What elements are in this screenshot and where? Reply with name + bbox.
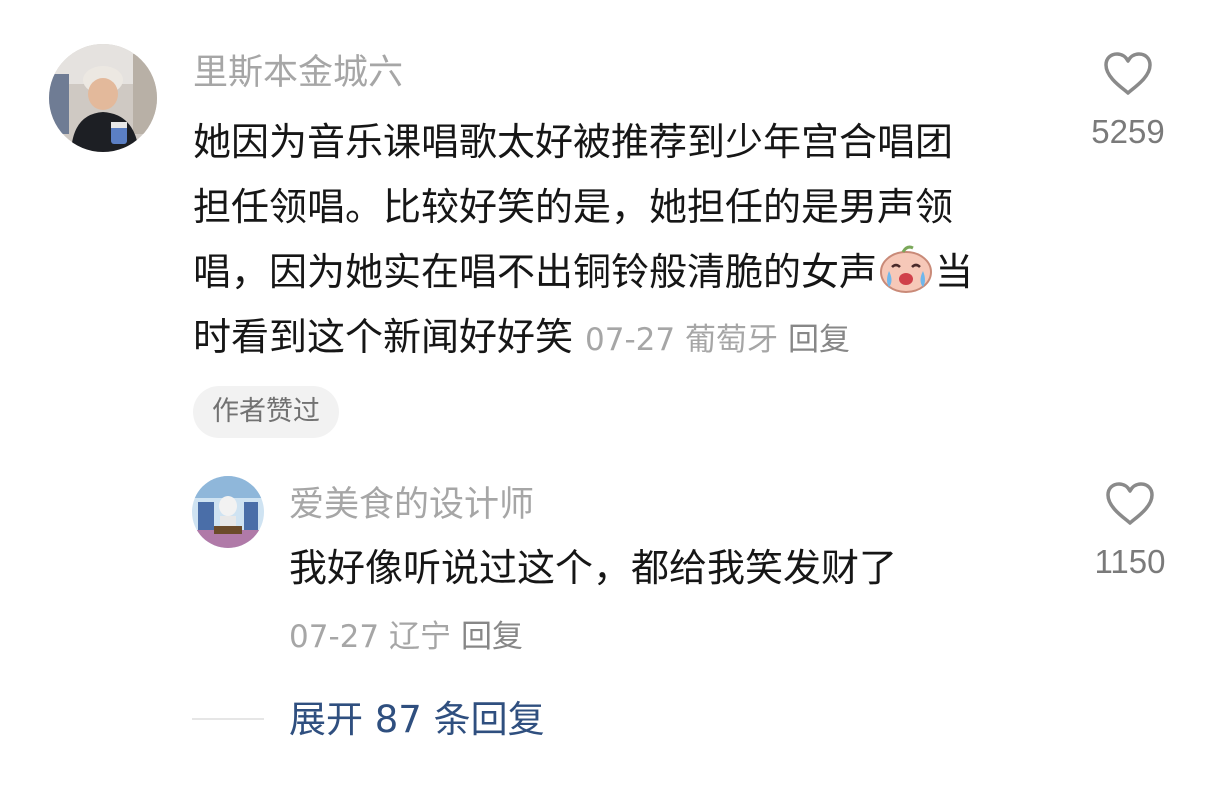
heart-icon[interactable] xyxy=(1105,482,1155,526)
comment-line: 她因为音乐课唱歌太好被推荐到少年宫合唱团 xyxy=(193,120,954,164)
expand-replies-button[interactable]: 展开 87 条回复 xyxy=(289,692,545,748)
reply-like-area: 1150 xyxy=(1070,482,1190,584)
comment-line-text: 唱，因为她实在唱不出铜铃般清脆的女声 xyxy=(193,250,878,294)
comment-line: 担任领唱。比较好笑的是，她担任的是男声领 xyxy=(193,185,954,229)
reply-avatar[interactable] xyxy=(192,476,264,548)
author-liked-badge: 作者赞过 xyxy=(193,386,339,438)
comment-line: 时看到这个新闻好好笑 07-27 葡萄牙 回复 xyxy=(193,305,1053,370)
crying-face-emoji xyxy=(877,243,935,293)
reply-button[interactable]: 回复 xyxy=(788,322,850,358)
reply-username[interactable]: 爱美食的设计师 xyxy=(289,480,534,530)
comment-line: 唱，因为她实在唱不出铜铃般清脆的女声 当 xyxy=(193,240,1053,305)
username[interactable]: 里斯本金城六 xyxy=(193,48,403,98)
comment-location: 葡萄牙 xyxy=(684,322,778,358)
comment-meta: 07-27 葡萄牙 回复 xyxy=(585,322,850,358)
comment-thread: 里斯本金城六 她因为音乐课唱歌太好被推荐到少年宫合唱团 担任领唱。比较好笑的是，… xyxy=(0,0,1206,790)
heart-icon[interactable] xyxy=(1103,52,1153,96)
avatar[interactable] xyxy=(49,44,157,152)
like-count: 5259 xyxy=(1091,113,1165,150)
reply-meta: 07-27 辽宁 回复 xyxy=(289,612,523,662)
reply-date: 07-27 xyxy=(289,619,380,655)
comment-line-text: 当 xyxy=(935,250,974,294)
like-area: 5259 xyxy=(1068,52,1188,154)
reply-like-count: 1150 xyxy=(1094,543,1166,580)
comment-line-text: 时看到这个新闻好好笑 xyxy=(193,315,574,359)
comment-date: 07-27 xyxy=(585,322,676,358)
reply-reply-button[interactable]: 回复 xyxy=(461,619,523,655)
avatar-photo xyxy=(49,44,157,152)
reply-location: 辽宁 xyxy=(388,619,451,655)
comment-body: 她因为音乐课唱歌太好被推荐到少年宫合唱团 担任领唱。比较好笑的是，她担任的是男声… xyxy=(193,110,1053,370)
divider xyxy=(192,718,264,720)
reply-body: 我好像听说过这个，都给我笑发财了 xyxy=(289,546,898,590)
avatar-illustration xyxy=(192,476,264,548)
